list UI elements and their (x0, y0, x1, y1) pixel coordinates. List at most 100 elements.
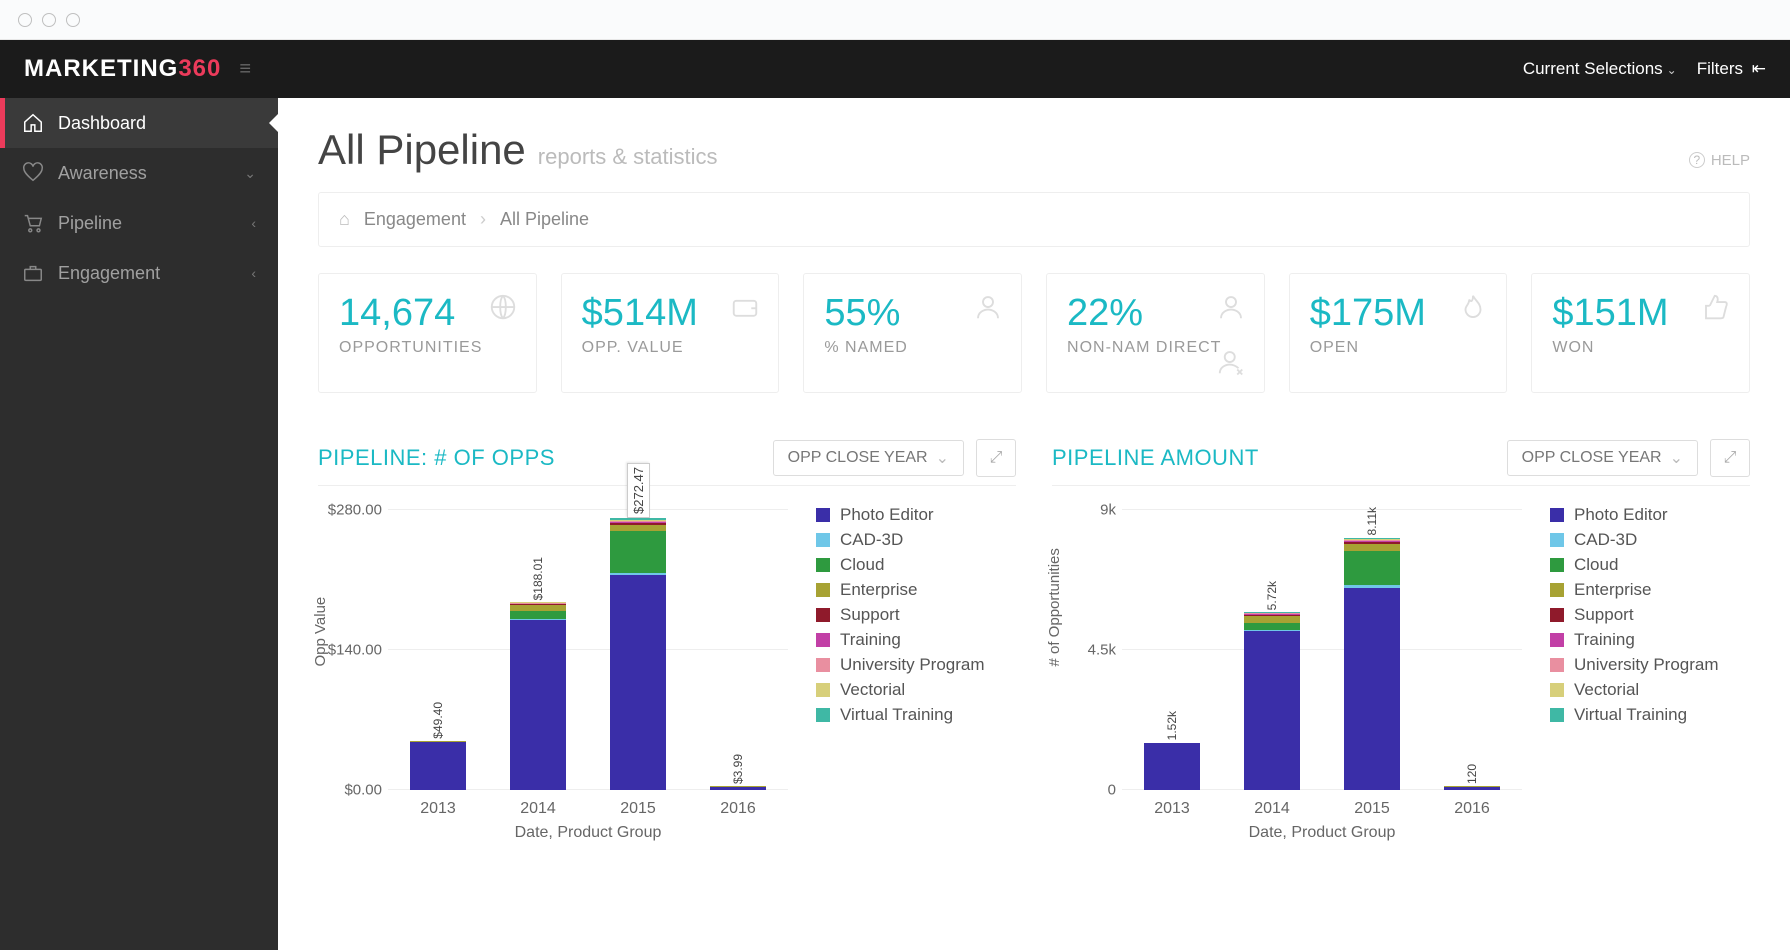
legend-item[interactable]: Photo Editor (816, 505, 1016, 525)
bar-segment[interactable] (610, 531, 666, 573)
sidebar-item-awareness[interactable]: Awareness ⌄ (0, 148, 278, 198)
bar-segment[interactable] (510, 620, 566, 790)
chevron-left-icon: ‹ (251, 215, 256, 231)
bar-segment[interactable] (1344, 551, 1400, 585)
legend-label: University Program (1574, 655, 1719, 675)
cart-icon (22, 212, 44, 234)
help-icon: ? (1689, 152, 1705, 168)
bar-segment[interactable] (1244, 623, 1300, 630)
legend-item[interactable]: Training (1550, 630, 1750, 650)
current-selections-button[interactable]: Current Selections⌄ (1523, 59, 1677, 79)
expand-icon: ⤢ (990, 449, 1003, 467)
brand-part1: MARKETING (24, 55, 178, 82)
bar-segment[interactable] (1144, 743, 1200, 790)
page-title: All Pipeline (318, 126, 526, 174)
legend-item[interactable]: CAD-3D (816, 530, 1016, 550)
chart-card: PIPELINE: # OF OPPS OPP CLOSE YEAR⌄ ⤢ Op… (318, 439, 1016, 850)
legend-item[interactable]: Virtual Training (816, 705, 1016, 725)
x-tick: 2013 (420, 800, 456, 818)
legend-label: CAD-3D (840, 530, 903, 550)
traffic-light-zoom[interactable] (66, 13, 80, 27)
x-tick: 2015 (620, 800, 656, 818)
close-year-dropdown[interactable]: OPP CLOSE YEAR⌄ (773, 440, 964, 476)
breadcrumb-leaf: All Pipeline (500, 209, 589, 230)
x-tick: 2016 (1454, 800, 1490, 818)
kpi-row: 14,674 OPPORTUNITIES $514M OPP. VALUE 55… (318, 273, 1750, 393)
legend-item[interactable]: Support (816, 605, 1016, 625)
chart-plot: # of Opportunities 0 4.5k 9k 1.52k 5.72k… (1052, 500, 1532, 850)
bar-segment[interactable] (710, 787, 766, 790)
main-content: All Pipeline reports & statistics ? HELP… (278, 98, 1790, 950)
legend-item[interactable]: Enterprise (1550, 580, 1750, 600)
legend-item[interactable]: Enterprise (816, 580, 1016, 600)
legend-item[interactable]: Vectorial (1550, 680, 1750, 700)
help-button[interactable]: ? HELP (1689, 152, 1750, 169)
kpi-label: OPEN (1310, 339, 1487, 357)
y-tick: $0.00 (326, 782, 382, 799)
filters-button[interactable]: Filters ⇤ (1697, 59, 1766, 79)
stacked-bar (1444, 786, 1500, 790)
kpi-card[interactable]: 22% NON-NAM DIRECT (1046, 273, 1265, 393)
chart-plot: Opp Value $0.00 $140.00 $280.00 $49.40 $… (318, 500, 798, 850)
bar-segment[interactable] (1244, 631, 1300, 790)
kpi-card[interactable]: 14,674 OPPORTUNITIES (318, 273, 537, 393)
legend-label: Enterprise (840, 580, 917, 600)
breadcrumb-root[interactable]: Engagement (364, 209, 466, 230)
traffic-light-close[interactable] (18, 13, 32, 27)
sidebar-item-engagement[interactable]: Engagement ‹ (0, 248, 278, 298)
stacked-bar (1144, 743, 1200, 790)
wallet-icon (730, 292, 760, 327)
bar-segment[interactable] (610, 575, 666, 790)
legend-item[interactable]: Vectorial (816, 680, 1016, 700)
kpi-card[interactable]: $175M OPEN (1289, 273, 1508, 393)
legend-label: University Program (840, 655, 985, 675)
bar-segment[interactable] (410, 742, 466, 790)
legend-item[interactable]: Cloud (1550, 555, 1750, 575)
hamburger-icon[interactable]: ≡ (239, 62, 251, 76)
legend-item[interactable]: Support (1550, 605, 1750, 625)
bar-segment[interactable] (1244, 616, 1300, 623)
bar-segment[interactable] (1444, 787, 1500, 790)
y-tick: $140.00 (326, 642, 382, 659)
legend-item[interactable]: CAD-3D (1550, 530, 1750, 550)
brand-part2: 360 (178, 55, 221, 82)
person-x-icon (1216, 292, 1246, 327)
close-year-dropdown[interactable]: OPP CLOSE YEAR⌄ (1507, 440, 1698, 476)
sidebar-item-label: Awareness (58, 163, 147, 184)
y-tick: $280.00 (326, 502, 382, 519)
bar-segment[interactable] (1344, 588, 1400, 790)
expand-button[interactable]: ⤢ (1710, 439, 1750, 477)
sidebar-item-dashboard[interactable]: Dashboard (0, 98, 278, 148)
sidebar-item-label: Dashboard (58, 113, 146, 134)
filter-popout-icon: ⇤ (1752, 59, 1766, 78)
sidebar-item-pipeline[interactable]: Pipeline ‹ (0, 198, 278, 248)
bar-segment[interactable] (510, 611, 566, 619)
kpi-card[interactable]: $151M WON (1531, 273, 1750, 393)
traffic-light-minimize[interactable] (42, 13, 56, 27)
legend-swatch (816, 683, 830, 697)
legend-label: CAD-3D (1574, 530, 1637, 550)
legend-item[interactable]: University Program (816, 655, 1016, 675)
legend-item[interactable]: Cloud (816, 555, 1016, 575)
legend-item[interactable]: Virtual Training (1550, 705, 1750, 725)
legend-label: Vectorial (840, 680, 905, 700)
legend-item[interactable]: Training (816, 630, 1016, 650)
home-icon[interactable]: ⌂ (339, 209, 350, 230)
bar-value-label: 1.52k (1165, 711, 1179, 740)
legend-item[interactable]: University Program (1550, 655, 1750, 675)
legend-swatch (816, 608, 830, 622)
globe-icon (488, 292, 518, 327)
bar-column: 120 (1444, 764, 1500, 790)
bar-segment[interactable] (1344, 544, 1400, 551)
thumb-icon (1701, 292, 1731, 327)
y-tick: 4.5k (1060, 642, 1116, 659)
expand-button[interactable]: ⤢ (976, 439, 1016, 477)
chart-title: PIPELINE: # OF OPPS (318, 445, 555, 471)
legend-item[interactable]: Photo Editor (1550, 505, 1750, 525)
bar-value-label: $3.99 (731, 754, 745, 784)
chart-legend: Photo Editor CAD-3D Cloud Enterprise Support… (816, 500, 1016, 850)
kpi-card[interactable]: 55% % NAMED (803, 273, 1022, 393)
kpi-card[interactable]: $514M OPP. VALUE (561, 273, 780, 393)
stacked-bar (510, 602, 566, 790)
stacked-bar (710, 786, 766, 790)
